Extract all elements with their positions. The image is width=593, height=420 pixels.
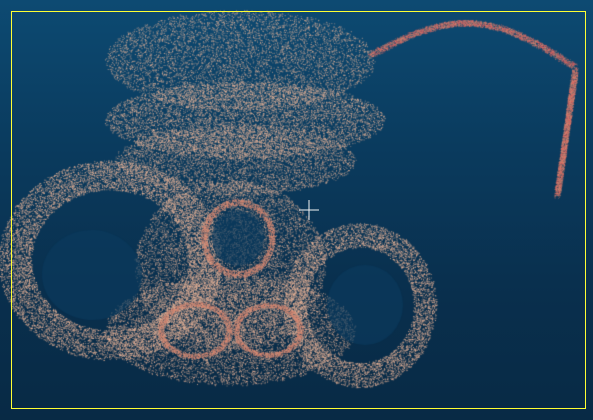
crosshair-icon xyxy=(299,200,319,220)
point-cloud-viewer[interactable] xyxy=(0,0,593,420)
point-cloud-canvas[interactable] xyxy=(0,0,593,420)
